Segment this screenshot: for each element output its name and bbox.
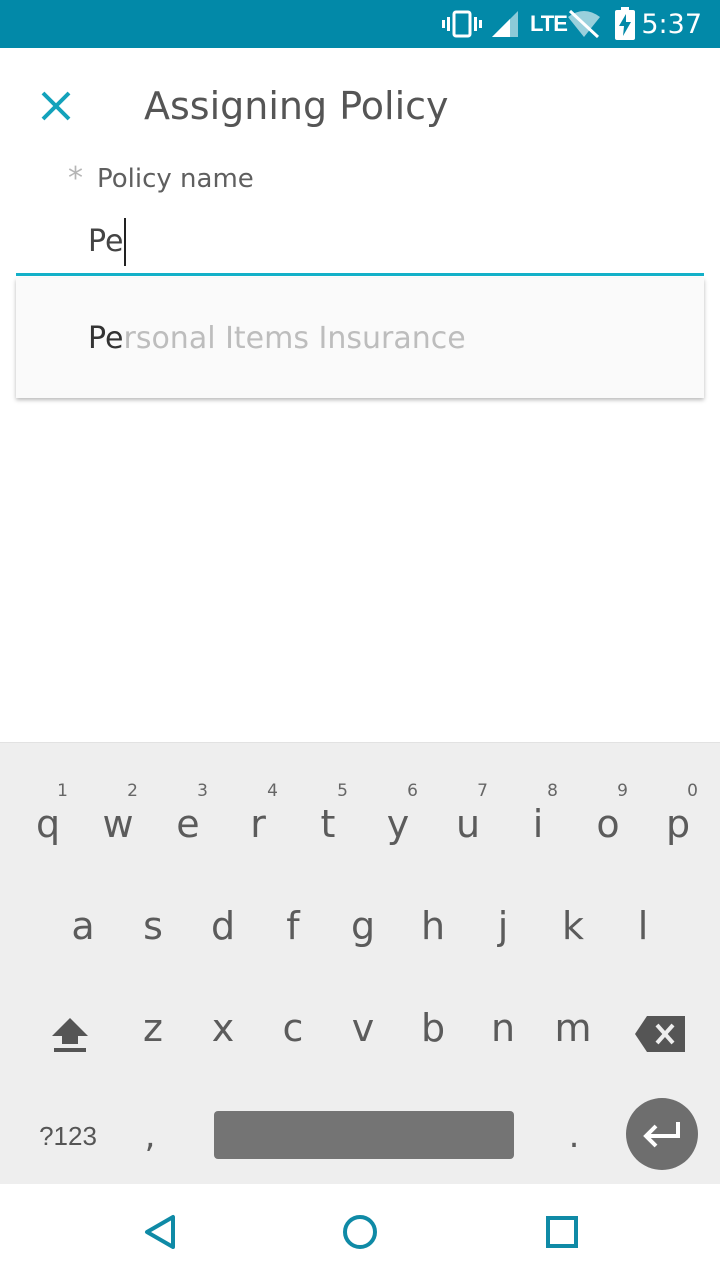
comma-key[interactable]: , (116, 1091, 184, 1181)
back-button[interactable] (128, 1200, 192, 1264)
suggestion-match: Pe (88, 320, 124, 356)
key-u[interactable]: u7 (434, 779, 502, 869)
clock: 5:37 (641, 8, 702, 40)
page-title: Assigning Policy (144, 84, 449, 128)
key-d[interactable]: d (189, 881, 257, 971)
text-caret (124, 217, 127, 266)
key-x[interactable]: x (189, 983, 257, 1073)
keyboard: q1 w2 e3 r4 t5 y6 u7 i8 o9 p0 a s d f g … (0, 742, 720, 1184)
symbols-key[interactable]: ?123 (18, 1093, 118, 1179)
status-bar: LTE 5:37 (0, 0, 720, 48)
suggestion-item[interactable]: Pe rsonal Items Insurance (16, 278, 704, 398)
key-y[interactable]: y6 (364, 779, 432, 869)
required-marker: * (68, 161, 83, 196)
key-w[interactable]: w2 (84, 779, 152, 869)
key-b[interactable]: b (399, 983, 467, 1073)
key-g[interactable]: g (329, 881, 397, 971)
key-l[interactable]: l (609, 881, 677, 971)
close-icon (41, 91, 71, 121)
key-a[interactable]: a (49, 881, 117, 971)
back-icon (145, 1215, 175, 1249)
close-button[interactable] (32, 82, 80, 130)
key-q[interactable]: q1 (14, 779, 82, 869)
recents-icon (546, 1216, 578, 1248)
key-z[interactable]: z (119, 983, 187, 1073)
key-i[interactable]: i8 (504, 779, 572, 869)
key-v[interactable]: v (329, 983, 397, 1073)
policy-name-label: * Policy name (68, 161, 254, 196)
backspace-icon (635, 1016, 685, 1052)
network-type-label: LTE (530, 11, 568, 36)
policy-name-value: Pe (88, 224, 124, 259)
suggestion-rest: rsonal Items Insurance (123, 320, 466, 356)
home-icon (343, 1215, 377, 1249)
key-p[interactable]: p0 (644, 779, 712, 869)
backspace-key[interactable] (626, 989, 694, 1079)
key-t[interactable]: t5 (294, 779, 362, 869)
signal-icon (490, 0, 520, 48)
key-f[interactable]: f (259, 881, 327, 971)
recents-button[interactable] (530, 1200, 594, 1264)
shift-key[interactable] (36, 989, 104, 1079)
policy-name-input[interactable]: Pe (16, 210, 704, 276)
key-e[interactable]: e3 (154, 779, 222, 869)
key-c[interactable]: c (259, 983, 327, 1073)
key-k[interactable]: k (539, 881, 607, 971)
key-o[interactable]: o9 (574, 779, 642, 869)
home-button[interactable] (328, 1200, 392, 1264)
key-j[interactable]: j (469, 881, 537, 971)
period-key[interactable]: . (540, 1091, 608, 1181)
field-label-text: Policy name (97, 164, 254, 194)
enter-key[interactable] (626, 1098, 698, 1170)
navigation-bar (0, 1184, 720, 1280)
battery-charging-icon (614, 0, 636, 48)
key-h[interactable]: h (399, 881, 467, 971)
key-n[interactable]: n (469, 983, 537, 1073)
key-s[interactable]: s (119, 881, 187, 971)
spacebar[interactable] (214, 1111, 514, 1159)
wifi-off-icon (566, 0, 602, 48)
vibrate-icon (442, 0, 482, 48)
shift-icon (52, 1018, 88, 1052)
key-m[interactable]: m (539, 983, 607, 1073)
key-r[interactable]: r4 (224, 779, 292, 869)
enter-icon (643, 1122, 680, 1148)
